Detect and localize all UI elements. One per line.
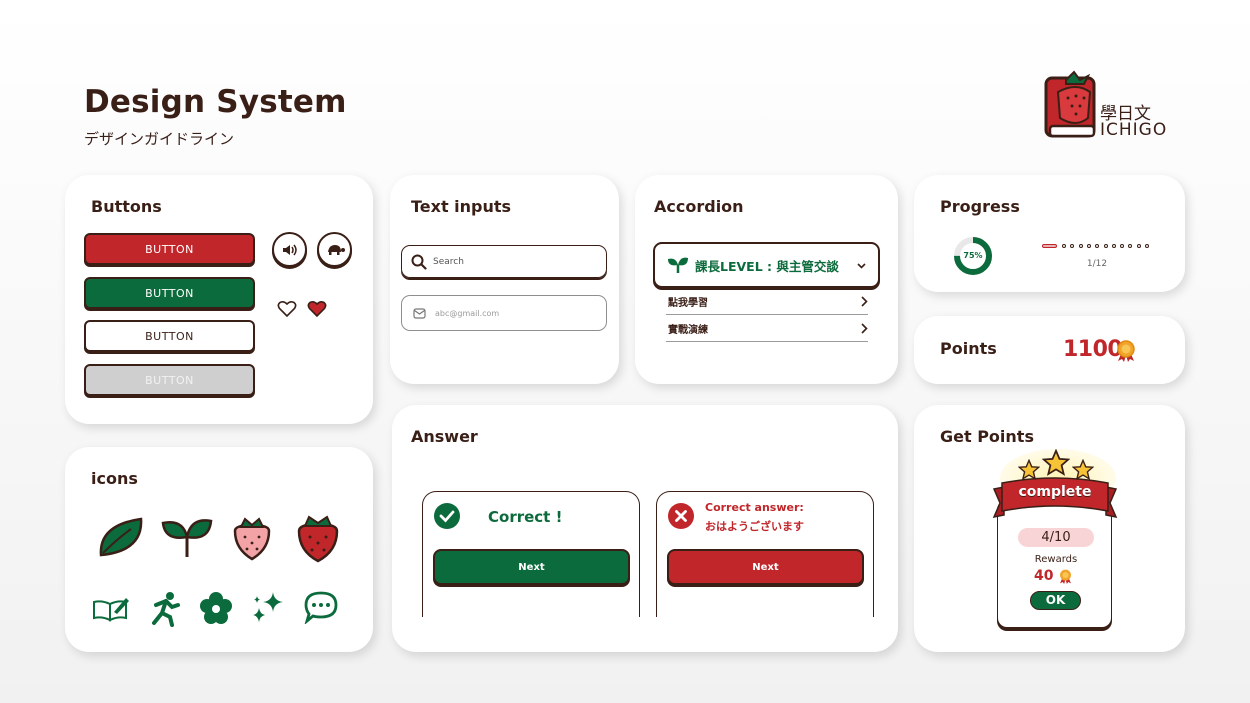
- step-label: 1/12: [1086, 259, 1108, 269]
- star-icon: [1072, 459, 1094, 481]
- page-subtitle: デザインガイドライン: [84, 130, 235, 148]
- next-button-correct[interactable]: Next: [433, 549, 630, 585]
- step-dot: [1095, 244, 1100, 248]
- heart-outline-icon[interactable]: [277, 300, 297, 318]
- chevron-right-icon: [861, 295, 868, 307]
- chevron-right-icon: [861, 322, 868, 334]
- accordion-item-label: 點我學習: [668, 297, 708, 309]
- wrong-answer-panel: Correct answer: おはようございます Next: [656, 491, 874, 617]
- correct-answer-label: Correct answer:: [705, 501, 804, 514]
- medal-icon: [1117, 340, 1135, 362]
- star-rating: [1014, 449, 1098, 483]
- icons-card: icons: [65, 447, 373, 652]
- step-dot: [1136, 244, 1141, 248]
- get-points-card: Get Points complete 4/10 Rewards 40 OK: [914, 405, 1185, 652]
- primary-green-button[interactable]: BUTTON: [84, 277, 255, 309]
- chevron-down-icon: [857, 263, 866, 269]
- step-dot: [1111, 244, 1116, 248]
- pink-strawberry-icon: [233, 517, 271, 561]
- accordion-item-label: 實戰演練: [668, 324, 708, 336]
- points-card: Points 1100: [914, 316, 1185, 384]
- slow-audio-button[interactable]: [317, 232, 352, 267]
- page-title: Design System: [84, 84, 347, 120]
- rewards-value: 40: [1034, 568, 1054, 584]
- step-dot: [1078, 244, 1083, 248]
- open-book-icon: [93, 598, 129, 622]
- accordion-header[interactable]: 課長LEVEL : 與主管交談: [653, 242, 880, 288]
- search-input[interactable]: Search: [401, 245, 607, 278]
- answer-card-title: Answer: [411, 427, 478, 446]
- step-dot: [1070, 244, 1075, 248]
- step-dot: [1128, 244, 1133, 248]
- email-field[interactable]: abc@gmail.com: [401, 295, 607, 331]
- next-button-wrong[interactable]: Next: [667, 549, 864, 585]
- heart-filled-icon[interactable]: [307, 300, 327, 318]
- get-points-card-title: Get Points: [940, 427, 1034, 446]
- sprout-icon: [668, 257, 688, 273]
- star-icon: [1042, 449, 1070, 476]
- buttons-card: Buttons BUTTON BUTTON BUTTON BUTTON: [65, 175, 373, 424]
- rewards-label: Rewards: [1034, 554, 1078, 565]
- accordion-header-label: 課長LEVEL : 與主管交談: [695, 258, 839, 274]
- ribbon-label: complete: [1018, 484, 1092, 500]
- speaker-icon: [282, 244, 297, 255]
- points-value: 1100: [1063, 337, 1123, 362]
- text-inputs-card-title: Text inputs: [411, 197, 512, 216]
- step-indicator: [1042, 243, 1154, 251]
- search-icon: [411, 254, 427, 270]
- x-circle-icon: [668, 503, 694, 529]
- step-dot: [1103, 244, 1108, 248]
- step-dot: [1145, 244, 1149, 248]
- step-dot-active: [1042, 244, 1057, 248]
- step-dot: [1120, 244, 1125, 248]
- progress-card: Progress 75% 1/12: [914, 175, 1185, 292]
- outline-button[interactable]: BUTTON: [84, 320, 255, 352]
- chat-bubble-icon: [304, 591, 338, 624]
- running-person-icon: [152, 592, 180, 627]
- sparkles-icon: [253, 592, 283, 622]
- answer-card: Answer Correct ! Next Correct answer: おは…: [392, 405, 898, 652]
- leaf-icon: [99, 517, 143, 557]
- step-dot: [1086, 244, 1091, 248]
- turtle-icon: [327, 244, 345, 255]
- accordion-card: Accordion 課長LEVEL : 與主管交談 點我學習 實戰演練: [635, 175, 898, 384]
- search-placeholder: Search: [433, 256, 464, 267]
- accordion-item-learn[interactable]: 點我學習: [666, 288, 868, 315]
- correct-answer-text: おはようございます: [705, 520, 804, 533]
- correct-message: Correct !: [488, 508, 563, 526]
- progress-ring-label: 75%: [963, 251, 983, 260]
- score-pill: 4/10: [1018, 528, 1094, 547]
- disabled-button: BUTTON: [84, 364, 255, 396]
- red-strawberry-icon: [297, 515, 339, 563]
- logo-text-brand: ICHIGO: [1100, 120, 1168, 140]
- check-circle-icon: [434, 503, 460, 529]
- email-placeholder: abc@gmail.com: [435, 308, 500, 318]
- primary-red-button[interactable]: BUTTON: [84, 233, 255, 265]
- text-inputs-card: Text inputs Search abc@gmail.com: [390, 175, 619, 384]
- accordion-item-practice[interactable]: 實戰演練: [666, 315, 868, 342]
- medal-icon: [1060, 569, 1071, 584]
- progress-card-title: Progress: [940, 197, 1020, 216]
- mail-icon: [413, 307, 426, 319]
- ok-button[interactable]: OK: [1030, 591, 1081, 610]
- step-dot: [1062, 244, 1066, 248]
- sprout-icon: [161, 519, 213, 557]
- flower-icon: [200, 592, 232, 624]
- audio-button[interactable]: [272, 232, 307, 267]
- points-card-title: Points: [940, 339, 997, 358]
- icons-card-title: icons: [91, 469, 138, 488]
- accordion-card-title: Accordion: [654, 197, 744, 216]
- star-icon: [1018, 459, 1040, 481]
- buttons-card-title: Buttons: [91, 197, 162, 216]
- correct-answer-panel: Correct ! Next: [422, 491, 640, 617]
